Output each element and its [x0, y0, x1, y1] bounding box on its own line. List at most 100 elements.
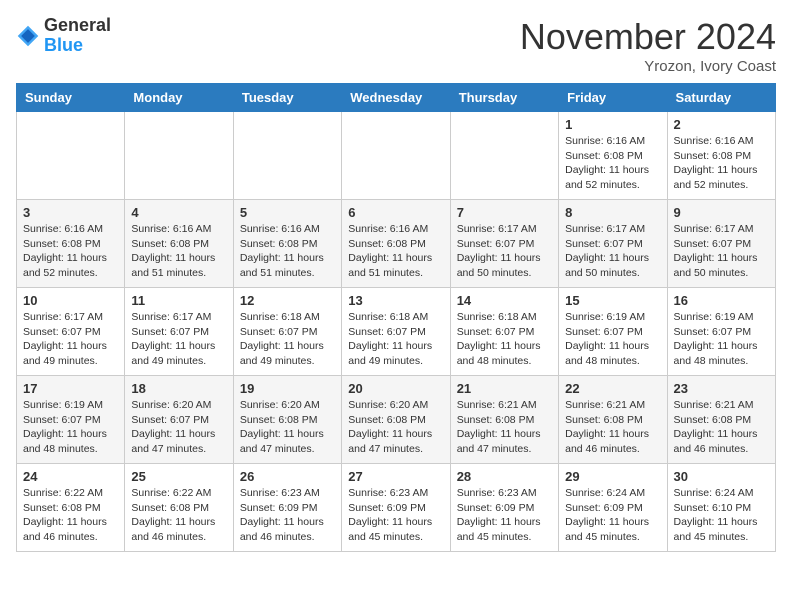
calendar-week-row: 1 Sunrise: 6:16 AM Sunset: 6:08 PM Daylig…	[17, 112, 776, 200]
day-number: 4	[131, 205, 226, 220]
day-number: 18	[131, 381, 226, 396]
day-info: Sunrise: 6:20 AM Sunset: 6:08 PM Dayligh…	[240, 398, 335, 457]
day-info: Sunrise: 6:17 AM Sunset: 6:07 PM Dayligh…	[674, 222, 769, 281]
day-info: Sunrise: 6:22 AM Sunset: 6:08 PM Dayligh…	[131, 486, 226, 545]
day-info: Sunrise: 6:21 AM Sunset: 6:08 PM Dayligh…	[674, 398, 769, 457]
calendar-week-row: 24 Sunrise: 6:22 AM Sunset: 6:08 PM Dayli…	[17, 464, 776, 552]
logo-text: General Blue	[44, 16, 111, 56]
day-number: 30	[674, 469, 769, 484]
weekday-header: Saturday	[667, 84, 775, 112]
day-number: 13	[348, 293, 443, 308]
day-info: Sunrise: 6:19 AM Sunset: 6:07 PM Dayligh…	[674, 310, 769, 369]
logo: General Blue	[16, 16, 111, 56]
day-number: 17	[23, 381, 118, 396]
day-number: 16	[674, 293, 769, 308]
calendar-cell: 4 Sunrise: 6:16 AM Sunset: 6:08 PM Daylig…	[125, 200, 233, 288]
day-number: 19	[240, 381, 335, 396]
day-info: Sunrise: 6:16 AM Sunset: 6:08 PM Dayligh…	[674, 134, 769, 193]
day-info: Sunrise: 6:17 AM Sunset: 6:07 PM Dayligh…	[131, 310, 226, 369]
day-number: 27	[348, 469, 443, 484]
calendar-cell: 3 Sunrise: 6:16 AM Sunset: 6:08 PM Daylig…	[17, 200, 125, 288]
day-number: 29	[565, 469, 660, 484]
weekday-header: Tuesday	[233, 84, 341, 112]
calendar-cell: 29Sunrise: 6:24 AM Sunset: 6:09 PM Dayli…	[559, 464, 667, 552]
day-number: 15	[565, 293, 660, 308]
day-info: Sunrise: 6:16 AM Sunset: 6:08 PM Dayligh…	[23, 222, 118, 281]
day-number: 26	[240, 469, 335, 484]
calendar-cell: 28 Sunrise: 6:23 AM Sunset: 6:09 PM Dayli…	[450, 464, 558, 552]
day-info: Sunrise: 6:18 AM Sunset: 6:07 PM Dayligh…	[240, 310, 335, 369]
calendar-cell: 13 Sunrise: 6:18 AM Sunset: 6:07 PM Dayli…	[342, 288, 450, 376]
day-info: Sunrise: 6:24 AM Sunset: 6:10 PM Dayligh…	[674, 486, 769, 545]
calendar-cell: 5 Sunrise: 6:16 AM Sunset: 6:08 PM Daylig…	[233, 200, 341, 288]
calendar-cell	[125, 112, 233, 200]
calendar-header-row: SundayMondayTuesdayWednesdayThursdayFrid…	[17, 84, 776, 112]
weekday-header: Thursday	[450, 84, 558, 112]
calendar-table: SundayMondayTuesdayWednesdayThursdayFrid…	[16, 83, 776, 552]
day-info: Sunrise: 6:17 AM Sunset: 6:07 PM Dayligh…	[565, 222, 660, 281]
day-info: Sunrise: 6:23 AM Sunset: 6:09 PM Dayligh…	[348, 486, 443, 545]
calendar-cell: 25 Sunrise: 6:22 AM Sunset: 6:08 PM Dayli…	[125, 464, 233, 552]
calendar-cell: 12 Sunrise: 6:18 AM Sunset: 6:07 PM Dayli…	[233, 288, 341, 376]
day-number: 12	[240, 293, 335, 308]
day-number: 5	[240, 205, 335, 220]
day-number: 24	[23, 469, 118, 484]
calendar-cell: 18 Sunrise: 6:20 AM Sunset: 6:07 PM Dayli…	[125, 376, 233, 464]
calendar-cell: 14 Sunrise: 6:18 AM Sunset: 6:07 PM Dayli…	[450, 288, 558, 376]
day-number: 1	[565, 117, 660, 132]
calendar-cell: 1 Sunrise: 6:16 AM Sunset: 6:08 PM Daylig…	[559, 112, 667, 200]
page-header: General Blue November 2024 Yrozon, Ivory…	[16, 16, 776, 75]
calendar-cell: 7Sunrise: 6:17 AM Sunset: 6:07 PM Daylig…	[450, 200, 558, 288]
day-info: Sunrise: 6:21 AM Sunset: 6:08 PM Dayligh…	[457, 398, 552, 457]
day-info: Sunrise: 6:20 AM Sunset: 6:07 PM Dayligh…	[131, 398, 226, 457]
day-number: 11	[131, 293, 226, 308]
calendar-cell	[17, 112, 125, 200]
day-number: 6	[348, 205, 443, 220]
day-number: 23	[674, 381, 769, 396]
day-info: Sunrise: 6:16 AM Sunset: 6:08 PM Dayligh…	[240, 222, 335, 281]
calendar-cell: 9Sunrise: 6:17 AM Sunset: 6:07 PM Daylig…	[667, 200, 775, 288]
calendar-cell	[450, 112, 558, 200]
calendar-cell: 23 Sunrise: 6:21 AM Sunset: 6:08 PM Dayli…	[667, 376, 775, 464]
day-number: 28	[457, 469, 552, 484]
day-number: 21	[457, 381, 552, 396]
calendar-cell: 16 Sunrise: 6:19 AM Sunset: 6:07 PM Dayli…	[667, 288, 775, 376]
calendar-cell	[342, 112, 450, 200]
day-number: 2	[674, 117, 769, 132]
calendar-week-row: 3 Sunrise: 6:16 AM Sunset: 6:08 PM Daylig…	[17, 200, 776, 288]
calendar-cell: 15Sunrise: 6:19 AM Sunset: 6:07 PM Dayli…	[559, 288, 667, 376]
calendar-cell: 21 Sunrise: 6:21 AM Sunset: 6:08 PM Dayli…	[450, 376, 558, 464]
month-title: November 2024	[520, 16, 776, 58]
location: Yrozon, Ivory Coast	[520, 58, 776, 75]
logo-blue: Blue	[44, 35, 83, 55]
day-number: 25	[131, 469, 226, 484]
calendar-cell	[233, 112, 341, 200]
calendar-cell: 11 Sunrise: 6:17 AM Sunset: 6:07 PM Dayli…	[125, 288, 233, 376]
calendar-cell: 26Sunrise: 6:23 AM Sunset: 6:09 PM Dayli…	[233, 464, 341, 552]
calendar-cell: 24Sunrise: 6:22 AM Sunset: 6:08 PM Dayli…	[17, 464, 125, 552]
calendar-cell: 20Sunrise: 6:20 AM Sunset: 6:08 PM Dayli…	[342, 376, 450, 464]
day-number: 3	[23, 205, 118, 220]
day-info: Sunrise: 6:16 AM Sunset: 6:08 PM Dayligh…	[565, 134, 660, 193]
day-info: Sunrise: 6:16 AM Sunset: 6:08 PM Dayligh…	[348, 222, 443, 281]
calendar-week-row: 17 Sunrise: 6:19 AM Sunset: 6:07 PM Dayli…	[17, 376, 776, 464]
day-number: 8	[565, 205, 660, 220]
day-number: 10	[23, 293, 118, 308]
day-info: Sunrise: 6:18 AM Sunset: 6:07 PM Dayligh…	[457, 310, 552, 369]
day-info: Sunrise: 6:19 AM Sunset: 6:07 PM Dayligh…	[23, 398, 118, 457]
calendar-cell: 19 Sunrise: 6:20 AM Sunset: 6:08 PM Dayli…	[233, 376, 341, 464]
calendar-cell: 17 Sunrise: 6:19 AM Sunset: 6:07 PM Dayli…	[17, 376, 125, 464]
day-info: Sunrise: 6:23 AM Sunset: 6:09 PM Dayligh…	[457, 486, 552, 545]
calendar-cell: 22Sunrise: 6:21 AM Sunset: 6:08 PM Dayli…	[559, 376, 667, 464]
logo-general: General	[44, 15, 111, 35]
weekday-header: Wednesday	[342, 84, 450, 112]
day-info: Sunrise: 6:21 AM Sunset: 6:08 PM Dayligh…	[565, 398, 660, 457]
day-info: Sunrise: 6:16 AM Sunset: 6:08 PM Dayligh…	[131, 222, 226, 281]
logo-icon	[16, 24, 40, 48]
calendar-cell: 6 Sunrise: 6:16 AM Sunset: 6:08 PM Daylig…	[342, 200, 450, 288]
calendar-cell: 10Sunrise: 6:17 AM Sunset: 6:07 PM Dayli…	[17, 288, 125, 376]
day-number: 14	[457, 293, 552, 308]
day-info: Sunrise: 6:17 AM Sunset: 6:07 PM Dayligh…	[457, 222, 552, 281]
calendar-cell: 27 Sunrise: 6:23 AM Sunset: 6:09 PM Dayli…	[342, 464, 450, 552]
day-info: Sunrise: 6:18 AM Sunset: 6:07 PM Dayligh…	[348, 310, 443, 369]
